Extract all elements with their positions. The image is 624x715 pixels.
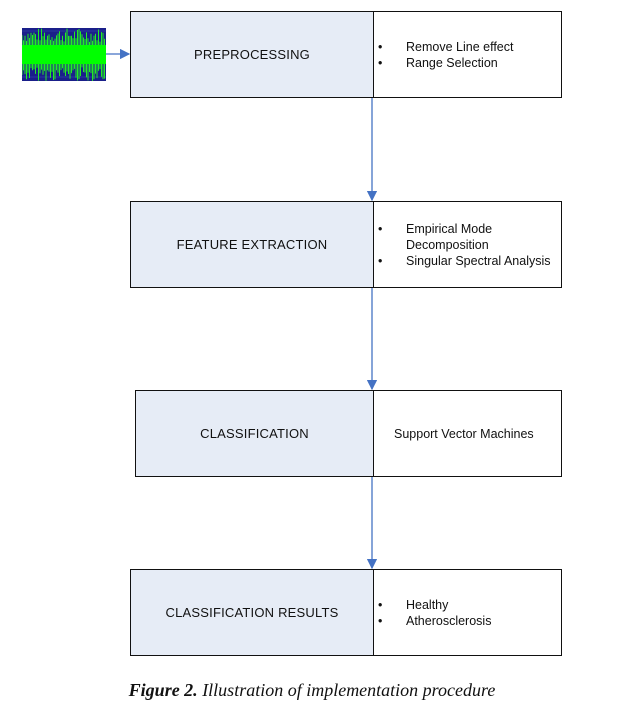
step-title-text: CLASSIFICATION (200, 426, 309, 441)
step-title: CLASSIFICATION RESULTS (131, 570, 374, 655)
step-details: Empirical Mode Decomposition Singular Sp… (374, 221, 561, 269)
step-title-text: FEATURE EXTRACTION (176, 237, 328, 252)
step-classification-results: CLASSIFICATION RESULTS Healthy Atheroscl… (130, 569, 562, 656)
step-title-text: CLASSIFICATION RESULTS (165, 605, 339, 620)
detail-item: Healthy (374, 597, 561, 613)
step-title: FEATURE EXTRACTION (131, 202, 374, 287)
step-details: Healthy Atherosclerosis (374, 597, 561, 629)
detail-item: Empirical Mode Decomposition (374, 221, 561, 253)
step-feature-extraction: FEATURE EXTRACTION Empirical Mode Decomp… (130, 201, 562, 288)
waveform-signal-icon (22, 28, 106, 81)
step-classification: CLASSIFICATION Support Vector Machines (135, 390, 562, 477)
step-title-text: PREPROCESSING (193, 47, 310, 62)
step-title: CLASSIFICATION (136, 391, 374, 476)
detail-item: Atherosclerosis (374, 613, 561, 629)
step-title: PREPROCESSING (131, 12, 374, 97)
detail-item: Support Vector Machines (394, 426, 534, 441)
detail-item: Range Selection (374, 55, 561, 71)
detail-item: Remove Line effect (374, 39, 561, 55)
step-details: Remove Line effect Range Selection (374, 39, 561, 71)
caption-text: Illustration of implementation procedure (197, 680, 496, 700)
detail-item: Singular Spectral Analysis (374, 253, 561, 269)
figure-caption: Figure 2. Illustration of implementation… (0, 680, 624, 701)
step-preprocessing: PREPROCESSING Remove Line effect Range S… (130, 11, 562, 98)
caption-label: Figure 2. (128, 680, 198, 700)
